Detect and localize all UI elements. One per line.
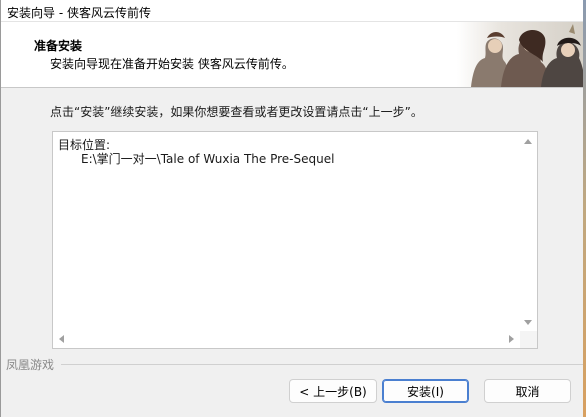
cancel-button[interactable]: 取消 — [484, 379, 571, 403]
page-title: 准备安装 — [34, 39, 83, 53]
window-title: 安装向导 - 侠客风云传前传 — [7, 6, 151, 20]
wizard-header: 准备安装 安装向导现在准备开始安装 侠客风云传前传。 — [1, 22, 585, 88]
scroll-down-arrow-icon[interactable] — [524, 320, 532, 325]
scroll-right-arrow-icon[interactable] — [509, 335, 514, 343]
install-button[interactable]: 安装(I) — [382, 379, 469, 403]
brand-label: 凤凰游戏 — [6, 358, 55, 372]
footer-divider — [61, 364, 585, 365]
scroll-up-arrow-icon[interactable] — [524, 139, 532, 144]
title-bar[interactable]: 安装向导 - 侠客风云传前传 — [1, 0, 585, 22]
horizontal-scrollbar[interactable] — [53, 331, 520, 348]
character-banner-image — [457, 22, 585, 87]
vertical-scrollbar[interactable] — [520, 132, 537, 332]
page-subtitle: 安装向导现在准备开始安装 侠客风云传前传。 — [50, 57, 294, 71]
scrollbar-corner — [520, 331, 537, 348]
installer-window: 安装向导 - 侠客风云传前传 准备安装 安装向导现在准备开始安装 侠客风云传前传… — [0, 0, 586, 417]
ready-memo-box[interactable]: 目标位置: E:\掌门一对一\Tale of Wuxia The Pre-Seq… — [52, 131, 538, 349]
instruction-text: 点击“安装”继续安装，如果你想要查看或者更改设置请点击“上一步”。 — [50, 105, 423, 119]
scroll-left-arrow-icon[interactable] — [59, 335, 64, 343]
back-button[interactable]: < 上一步(B) — [289, 379, 377, 403]
destination-path: E:\掌门一对一\Tale of Wuxia The Pre-Sequel — [81, 152, 335, 166]
